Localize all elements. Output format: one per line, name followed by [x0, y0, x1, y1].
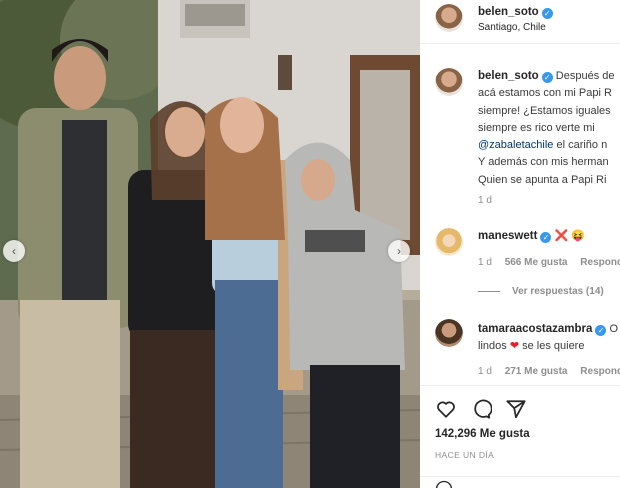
view-replies-label: Ver respuestas (14)	[512, 286, 604, 297]
verified-icon: ✓	[595, 325, 607, 336]
cross-emoji-icon: ❌	[554, 230, 569, 242]
reply-button[interactable]: Responder	[580, 366, 620, 377]
view-replies[interactable]: Ver respuestas (14)	[478, 286, 604, 297]
comment-text: lindos	[478, 340, 507, 352]
caption-line: Quien se apunta a Papi Ri	[478, 173, 607, 186]
author-avatar[interactable]	[435, 4, 463, 32]
comment-text: se les quiere	[522, 340, 585, 352]
comment-avatar[interactable]	[435, 319, 463, 347]
caption-line: Y además con mis herman	[478, 156, 609, 169]
add-comment-bar[interactable]	[420, 476, 620, 488]
chevron-left-icon: ‹	[12, 244, 16, 258]
post-location[interactable]: Santiago, Chile	[478, 22, 546, 33]
red-heart-emoji-icon: ❤	[509, 340, 520, 352]
caption-username[interactable]: belen_soto	[478, 70, 539, 82]
comment-age[interactable]: 1 d	[478, 366, 492, 377]
author-username[interactable]: belen_soto	[478, 6, 539, 18]
share-icon[interactable]	[505, 398, 527, 420]
carousel-prev-button[interactable]: ‹	[3, 240, 25, 262]
verified-icon: ✓	[541, 8, 553, 19]
comment-meta: 1 d 566 Me gusta Responder	[478, 257, 620, 268]
caption-line: siempre es rico verte mi	[478, 121, 595, 134]
likes-count[interactable]: 142,296 Me gusta	[435, 428, 530, 440]
comment-body: tamaraacostazambra ✓ O lindos ❤ se les qu…	[478, 321, 620, 355]
comment-age[interactable]: 1 d	[478, 257, 492, 268]
verified-icon: ✓	[541, 72, 553, 83]
post-photo[interactable]: ‹ ›	[0, 0, 420, 488]
caption-line: acá estamos con mi Papi R	[478, 87, 612, 100]
caption-line: siempre! ¿Estamos iguales	[478, 104, 611, 117]
comment-username[interactable]: tamaraacostazambra	[478, 323, 592, 335]
caption-text: belen_soto ✓ Después de acá estamos con m…	[478, 68, 620, 189]
caption-line: el cariño n	[556, 139, 608, 152]
post-side-panel: belen_soto ✓ Santiago, Chile belen_soto ✓ …	[420, 0, 620, 488]
comment-likes[interactable]: 271 Me gusta	[505, 366, 568, 377]
caption-avatar[interactable]	[435, 68, 463, 96]
chevron-right-icon: ›	[397, 244, 401, 258]
comment-text: O	[609, 323, 619, 335]
carousel-next-button[interactable]: ›	[388, 240, 410, 262]
post-header: belen_soto ✓ Santiago, Chile	[420, 0, 620, 44]
caption-line: Después de	[555, 70, 615, 82]
verified-icon: ✓	[540, 232, 552, 243]
emoji-icon[interactable]	[435, 480, 453, 488]
caption-age[interactable]: 1 d	[478, 195, 492, 206]
comment-avatar[interactable]	[435, 228, 463, 256]
post-time[interactable]: HACE UN DÍA	[435, 450, 494, 460]
reply-button[interactable]: Responder	[580, 257, 620, 268]
heart-icon[interactable]	[435, 398, 457, 420]
comment-body: maneswett ✓ ❌ 😝	[478, 229, 585, 243]
caption-mention[interactable]: @zabaletachile	[478, 139, 553, 151]
tongue-emoji-icon: 😝	[571, 230, 585, 242]
photo-image	[0, 0, 420, 488]
comment-icon[interactable]	[470, 398, 492, 420]
post-actions: 142,296 Me gusta HACE UN DÍA	[420, 385, 620, 488]
comment-username[interactable]: maneswett	[478, 230, 537, 242]
comment-likes[interactable]: 566 Me gusta	[505, 257, 568, 268]
replies-divider	[478, 290, 500, 292]
comment-meta: 1 d 271 Me gusta Responder	[478, 366, 620, 377]
